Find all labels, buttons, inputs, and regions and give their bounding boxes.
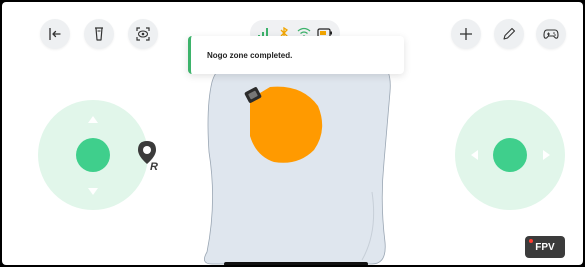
svg-text:R: R (150, 161, 158, 172)
gamepad-icon (543, 29, 559, 39)
pencil-icon (503, 27, 516, 40)
device-button[interactable] (84, 19, 114, 49)
add-button[interactable] (451, 19, 481, 49)
joystick-right-arrow (543, 150, 550, 160)
toast-message: Nogo zone completed. (207, 50, 293, 60)
plus-icon (460, 28, 472, 40)
robot-location-r-icon[interactable]: R (136, 140, 162, 172)
edit-button[interactable] (494, 19, 524, 49)
work-zone (204, 58, 391, 265)
joystick-up-arrow (88, 116, 98, 123)
app-screen: Nogo zone completed. R FPV (2, 2, 583, 265)
left-joystick[interactable] (38, 100, 148, 210)
joystick-left-arrow (471, 150, 478, 160)
joystick-down-arrow (88, 188, 98, 195)
right-joystick[interactable] (455, 100, 565, 210)
fpv-label: FPV (535, 241, 555, 253)
exit-button[interactable] (40, 19, 70, 49)
joystick-knob[interactable] (76, 138, 110, 172)
fpv-record-indicator (529, 239, 533, 243)
gamepad-button[interactable] (536, 19, 566, 49)
camera-eye-icon (136, 27, 150, 41)
camera-button[interactable] (128, 19, 158, 49)
exit-icon (49, 28, 61, 40)
toast-notification: Nogo zone completed. (188, 36, 404, 74)
home-indicator[interactable] (224, 262, 368, 265)
joystick-knob[interactable] (493, 138, 527, 172)
device-icon (95, 27, 103, 41)
